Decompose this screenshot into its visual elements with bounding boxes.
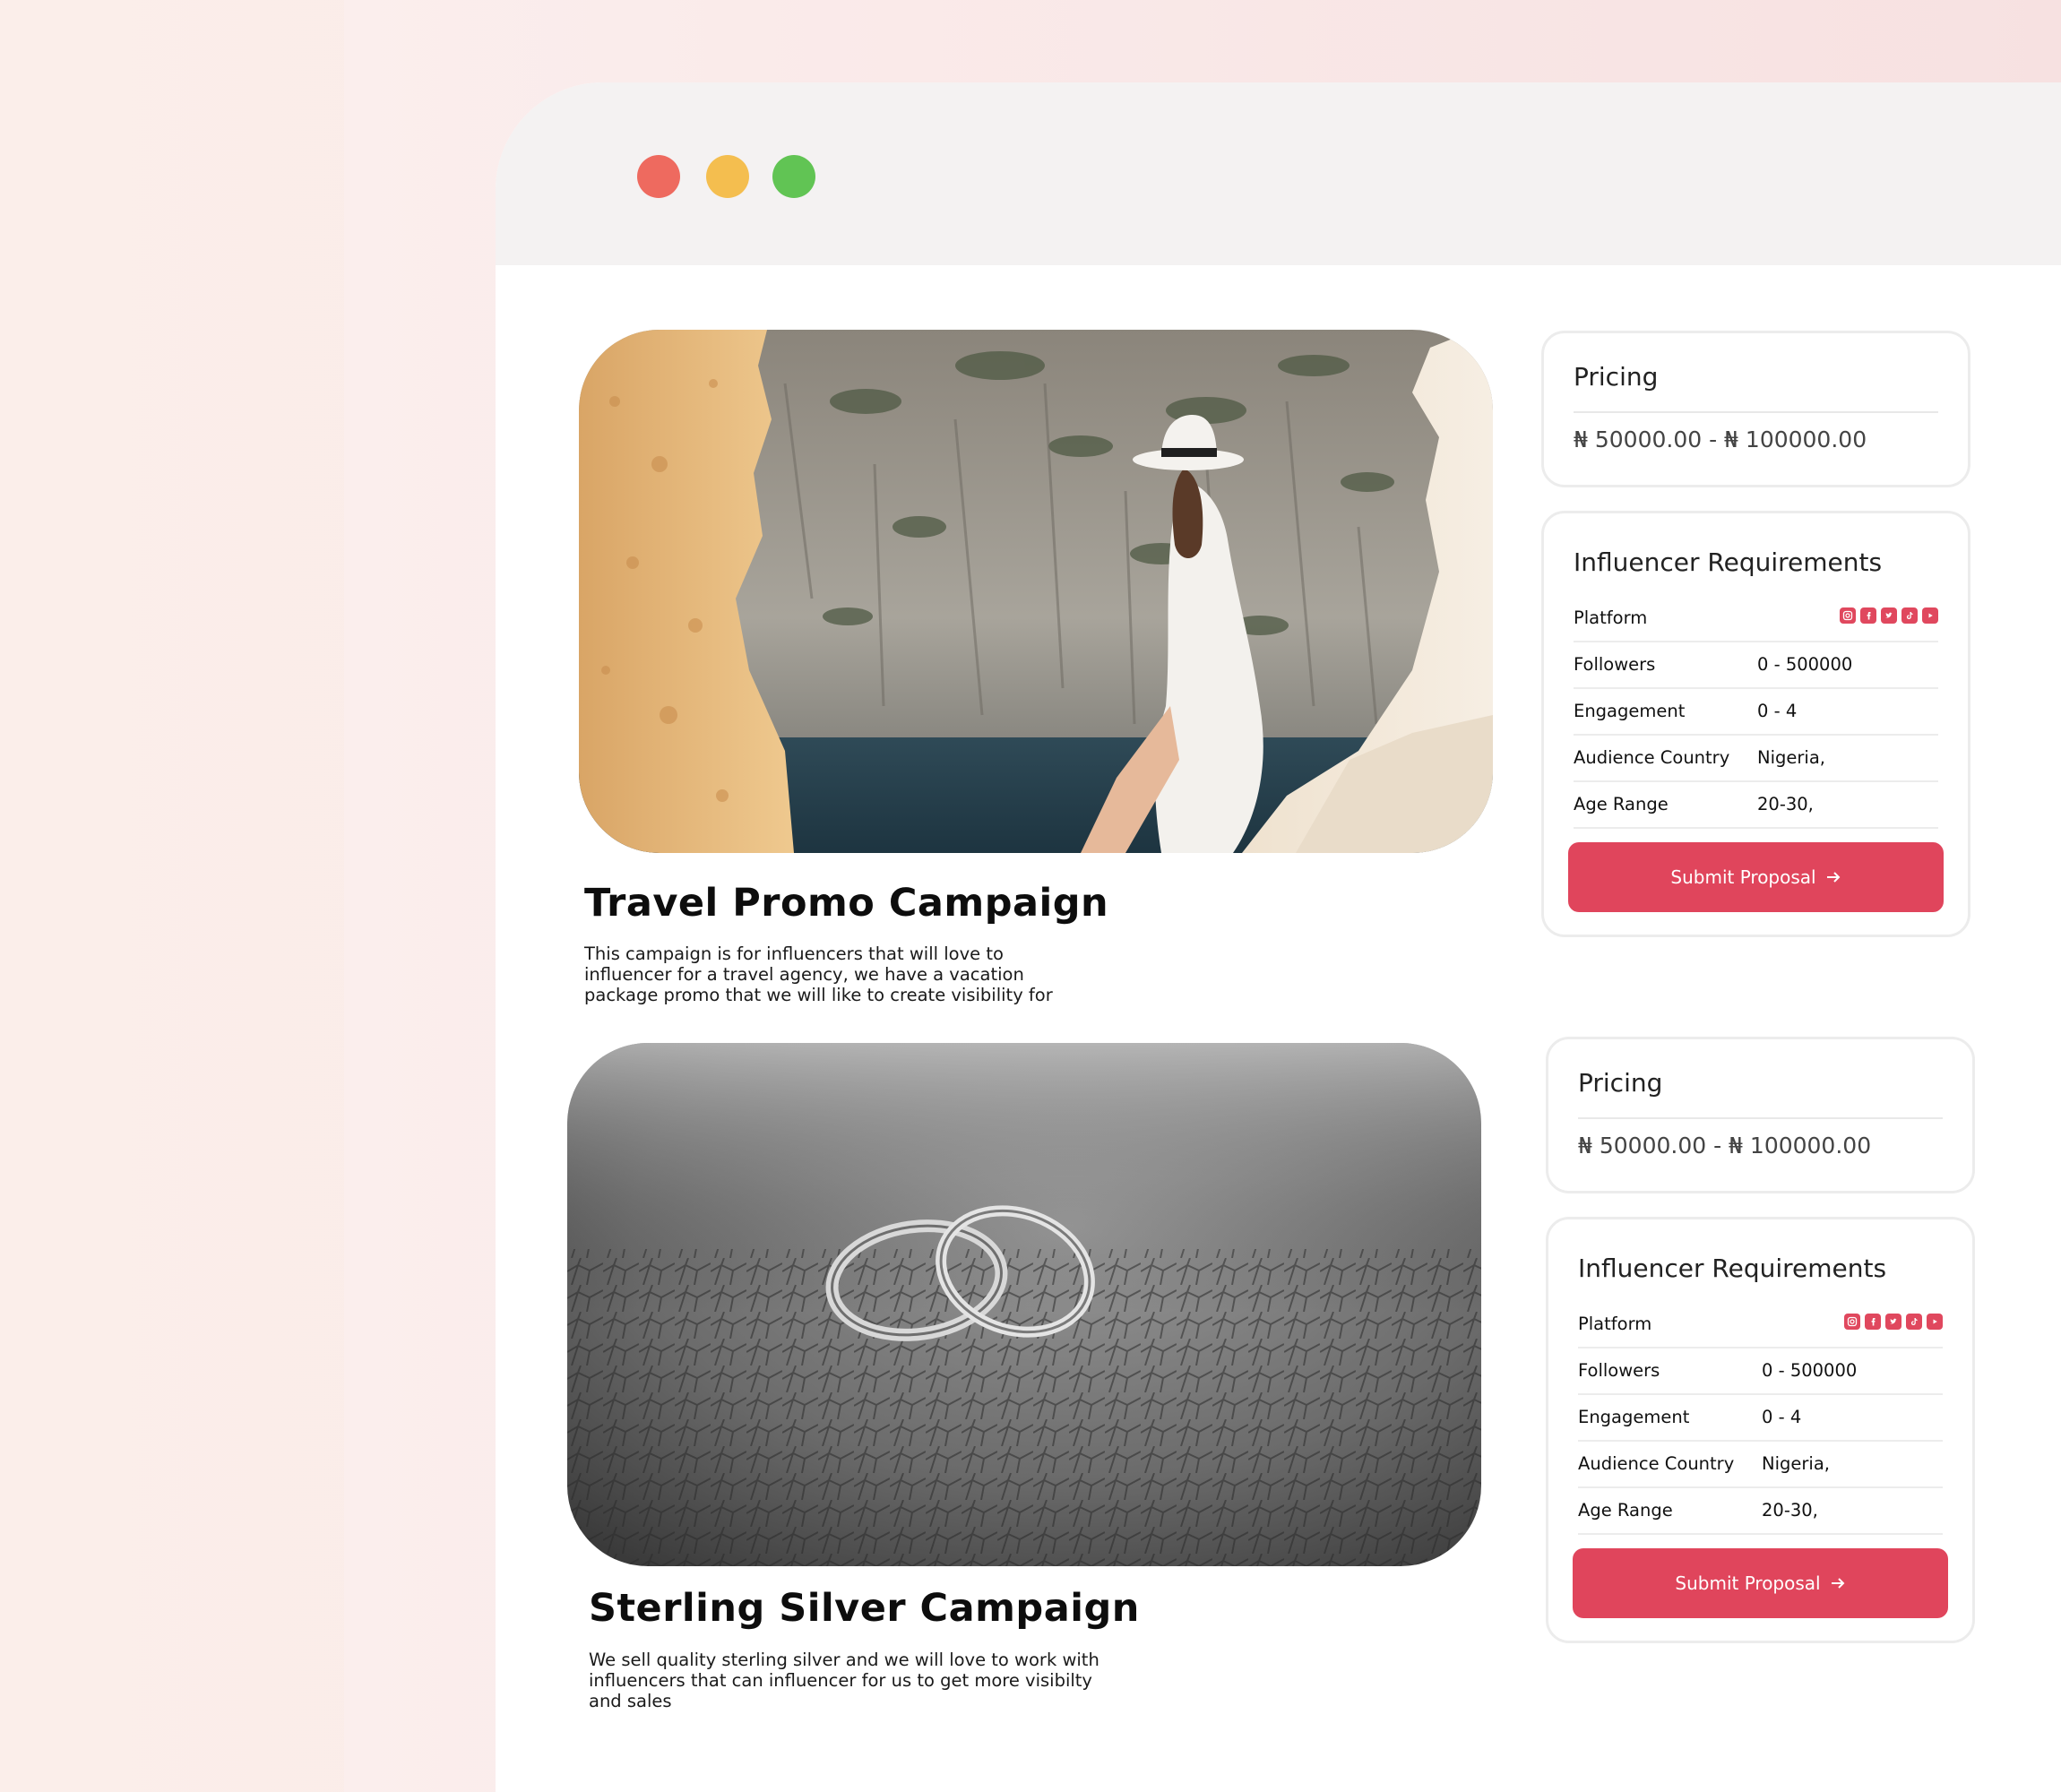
requirements-card: Influencer Requirements Platform Followe… bbox=[1541, 511, 1970, 937]
platform-label: Platform bbox=[1578, 1314, 1652, 1334]
campaign-title: Travel Promo Campaign bbox=[584, 881, 1109, 926]
divider bbox=[1574, 411, 1938, 413]
requirement-label: Engagement bbox=[1574, 701, 1686, 721]
engagement-row: Engagement 0 - 4 bbox=[1578, 1395, 1943, 1442]
requirements-card: Influencer Requirements Platform Followe… bbox=[1546, 1217, 1975, 1643]
tiktok-icon[interactable] bbox=[1906, 1314, 1922, 1330]
youtube-icon[interactable] bbox=[1922, 607, 1938, 624]
requirement-label: Age Range bbox=[1578, 1500, 1673, 1521]
campaign-description: This campaign is for influencers that wi… bbox=[584, 943, 1053, 1005]
pricing-card: Pricing ₦ 50000.00 - ₦ 100000.00 bbox=[1546, 1037, 1975, 1193]
arrow-right-icon bbox=[1830, 1572, 1846, 1594]
twitter-icon[interactable] bbox=[1885, 1314, 1901, 1330]
woman-cliffs-photo bbox=[579, 330, 1493, 853]
platform-icons bbox=[1844, 1314, 1943, 1330]
travel-campaign-image[interactable] bbox=[579, 330, 1493, 853]
submit-proposal-label: Submit Proposal bbox=[1675, 1572, 1821, 1594]
youtube-icon[interactable] bbox=[1927, 1314, 1943, 1330]
campaign-description: We sell quality sterling silver and we w… bbox=[589, 1650, 1099, 1711]
requirement-label: Age Range bbox=[1574, 794, 1669, 814]
followers-row: Followers 0 - 500000 bbox=[1574, 642, 1938, 689]
age-range-row: Age Range 20-30, bbox=[1578, 1488, 1943, 1535]
facebook-icon[interactable] bbox=[1865, 1314, 1881, 1330]
requirement-value: 0 - 500000 bbox=[1757, 654, 1853, 675]
audience-country-row: Audience Country Nigeria, bbox=[1574, 736, 1938, 782]
requirements-title: Influencer Requirements bbox=[1578, 1254, 1887, 1283]
instagram-icon[interactable] bbox=[1840, 607, 1856, 624]
requirement-label: Audience Country bbox=[1578, 1453, 1735, 1474]
engagement-row: Engagement 0 - 4 bbox=[1574, 689, 1938, 736]
requirement-label: Followers bbox=[1574, 654, 1656, 675]
arrow-right-icon bbox=[1825, 866, 1841, 888]
maximize-window-button[interactable] bbox=[772, 155, 815, 198]
wedding-rings-photo bbox=[567, 1043, 1481, 1566]
requirement-label: Audience Country bbox=[1574, 747, 1730, 768]
requirement-value: 0 - 500000 bbox=[1762, 1360, 1858, 1381]
requirement-label: Followers bbox=[1578, 1360, 1660, 1381]
audience-country-row: Audience Country Nigeria, bbox=[1578, 1442, 1943, 1488]
requirement-value: Nigeria, bbox=[1757, 747, 1825, 768]
requirement-value: Nigeria, bbox=[1762, 1453, 1830, 1474]
requirement-value: 0 - 4 bbox=[1762, 1407, 1802, 1427]
divider bbox=[1578, 1117, 1943, 1119]
tiktok-icon[interactable] bbox=[1901, 607, 1918, 624]
pricing-card: Pricing ₦ 50000.00 - ₦ 100000.00 bbox=[1541, 331, 1970, 487]
age-range-row: Age Range 20-30, bbox=[1574, 782, 1938, 829]
platform-icons bbox=[1840, 607, 1938, 624]
platform-row: Platform bbox=[1578, 1302, 1943, 1348]
close-window-button[interactable] bbox=[637, 155, 680, 198]
submit-proposal-button[interactable]: Submit Proposal bbox=[1568, 842, 1944, 912]
window-titlebar bbox=[496, 82, 2061, 265]
platform-label: Platform bbox=[1574, 607, 1648, 628]
requirement-value: 20-30, bbox=[1762, 1500, 1818, 1521]
requirement-label: Engagement bbox=[1578, 1407, 1690, 1427]
campaign-title: Sterling Silver Campaign bbox=[589, 1586, 1140, 1631]
followers-row: Followers 0 - 500000 bbox=[1578, 1348, 1943, 1395]
price-range: ₦ 50000.00 - ₦ 100000.00 bbox=[1574, 426, 1867, 452]
pricing-title: Pricing bbox=[1578, 1068, 1663, 1098]
silver-campaign-image[interactable] bbox=[567, 1043, 1481, 1566]
pricing-title: Pricing bbox=[1574, 362, 1659, 392]
submit-proposal-button[interactable]: Submit Proposal bbox=[1573, 1548, 1948, 1618]
platform-row: Platform bbox=[1574, 596, 1938, 642]
requirement-value: 0 - 4 bbox=[1757, 701, 1798, 721]
requirements-title: Influencer Requirements bbox=[1574, 547, 1883, 577]
facebook-icon[interactable] bbox=[1860, 607, 1876, 624]
submit-proposal-label: Submit Proposal bbox=[1670, 866, 1816, 888]
instagram-icon[interactable] bbox=[1844, 1314, 1860, 1330]
requirement-value: 20-30, bbox=[1757, 794, 1814, 814]
price-range: ₦ 50000.00 - ₦ 100000.00 bbox=[1578, 1133, 1872, 1159]
twitter-icon[interactable] bbox=[1881, 607, 1897, 624]
minimize-window-button[interactable] bbox=[706, 155, 749, 198]
